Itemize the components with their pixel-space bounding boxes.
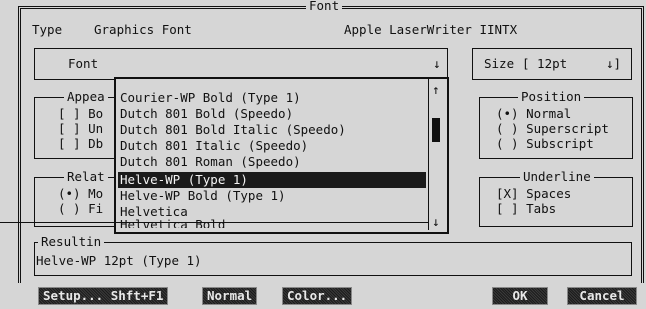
resulting-font-title: Resultin <box>38 235 105 249</box>
font-list-item-selected[interactable]: Helve-WP (Type 1) <box>120 172 248 188</box>
printer-name: Apple LaserWriter IINTX <box>344 22 518 37</box>
appearance-underline-checkbox[interactable]: [ ] Un <box>58 121 103 137</box>
font-list-item[interactable]: Helve-WP Bold (Type 1) <box>120 188 286 204</box>
underline-group-title: Underline <box>520 170 594 184</box>
cancel-button[interactable]: Cancel <box>567 287 637 305</box>
font-list-item[interactable]: Dutch 801 Bold Italic (Speedo) <box>120 122 346 138</box>
appearance-group-title: Appea <box>64 90 108 104</box>
relative-fine-radio[interactable]: ( ) Fi <box>58 201 103 217</box>
scroll-down-arrow-icon[interactable]: ↓ <box>432 214 440 230</box>
setup-button[interactable]: Setup... Shft+F1 <box>38 287 169 305</box>
ok-button[interactable]: OK <box>492 287 548 305</box>
type-label: Type <box>32 22 63 37</box>
color-button[interactable]: Color... <box>282 287 353 305</box>
position-superscript-radio[interactable]: ( ) Superscript <box>496 121 609 137</box>
relative-normal-radio[interactable]: (•) Mo <box>58 186 103 202</box>
underline-spaces-checkbox[interactable]: [X] Spaces <box>496 186 571 202</box>
position-group-title: Position <box>518 90 585 104</box>
pointer-line <box>0 222 428 223</box>
size-value: [ 12pt <box>522 56 568 71</box>
resulting-font-text: Helve-WP 12pt (Type 1) <box>36 253 202 268</box>
font-list-item[interactable]: Dutch 801 Roman (Speedo) <box>120 154 301 170</box>
font-dropdown-arrow-icon[interactable]: ↓ <box>433 56 441 72</box>
type-value: Graphics Font <box>94 22 192 37</box>
font-list-item[interactable]: Courier-WP Bold (Type 1) <box>120 90 301 106</box>
font-dialog-screen: Font Type Graphics Font Apple LaserWrite… <box>0 0 646 309</box>
font-list-item[interactable]: Dutch 801 Bold (Speedo) <box>120 106 293 122</box>
position-subscript-radio[interactable]: ( ) Subscript <box>496 136 594 152</box>
font-list-scroll-thumb[interactable] <box>432 118 440 142</box>
size-label: Size <box>484 56 515 71</box>
scroll-up-arrow-icon[interactable]: ↑ <box>432 82 440 98</box>
size-dropdown-arrow-icon[interactable]: ↓] <box>606 56 621 72</box>
font-list-scrollbar[interactable] <box>428 79 429 230</box>
normal-button[interactable]: Normal <box>202 287 258 305</box>
appearance-bold-checkbox[interactable]: [ ] Bo <box>58 106 103 122</box>
font-field-label: Font <box>68 56 99 71</box>
font-list-item[interactable]: Dutch 801 Italic (Speedo) <box>120 138 308 154</box>
underline-tabs-checkbox[interactable]: [ ] Tabs <box>496 201 556 217</box>
position-normal-radio[interactable]: (•) Normal <box>496 106 571 122</box>
appearance-double-underline-checkbox[interactable]: [ ] Db <box>58 136 103 152</box>
relative-size-group-title: Relat <box>64 170 108 184</box>
dialog-title: Font <box>306 0 343 13</box>
